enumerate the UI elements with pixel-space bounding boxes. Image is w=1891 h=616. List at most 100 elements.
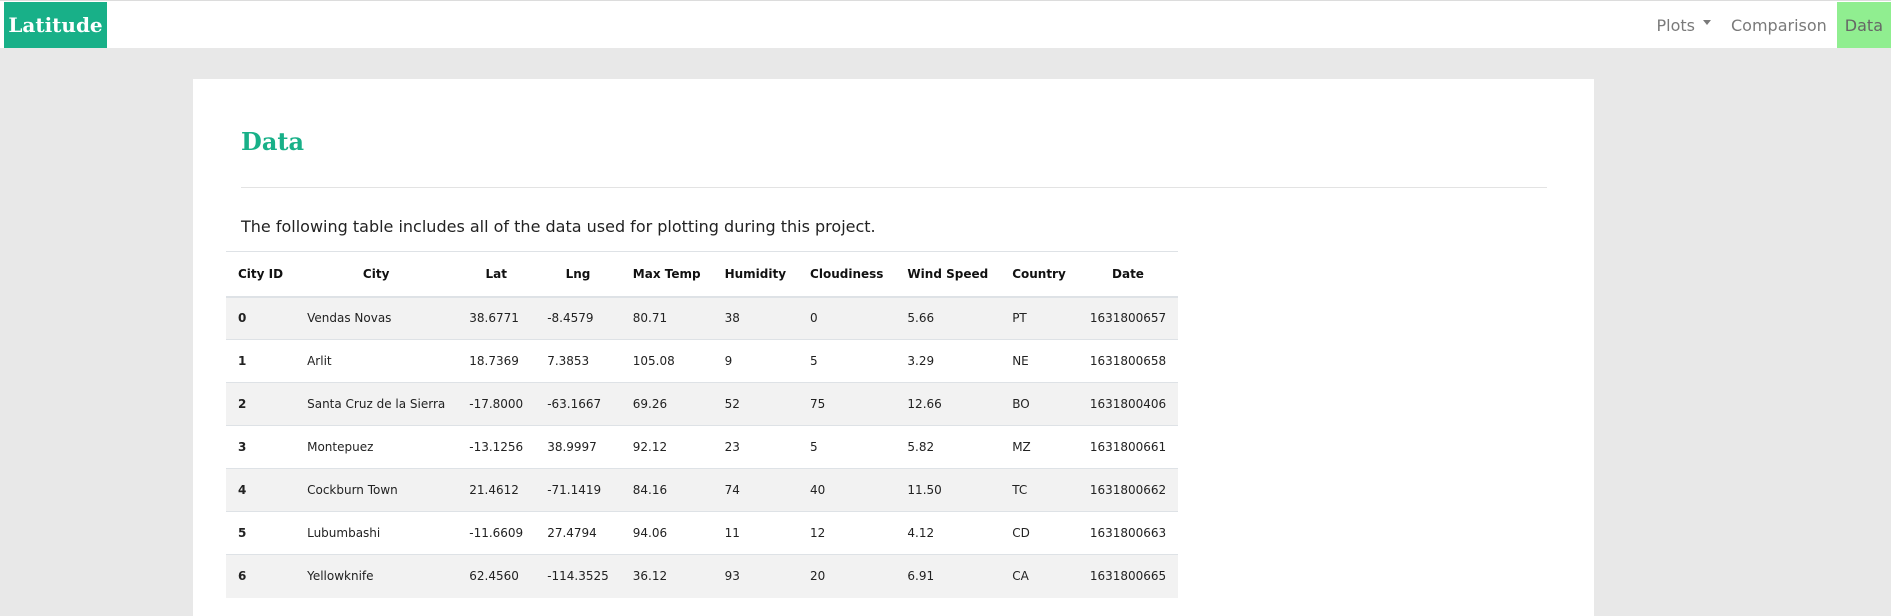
col-header-cloudiness: Cloudiness: [798, 251, 896, 298]
table-row: 3 Montepuez -13.1256 38.9997 92.12 23 5 5.82 MZ 1…: [226, 425, 1179, 469]
cell-date: 1631800661: [1077, 425, 1179, 469]
page-title: Data: [241, 127, 304, 156]
intro-text: The following table includes all of the …: [241, 217, 876, 236]
col-header-humidity: Humidity: [712, 251, 799, 298]
col-header-city: City: [295, 251, 458, 298]
cell-city: Yellowknife: [295, 554, 458, 598]
top-navbar: Latitude Plots Comparison Data: [0, 0, 1891, 48]
cell-city-id: 3: [226, 425, 296, 469]
chevron-down-icon: [1703, 19, 1711, 25]
cell-cloudiness: 40: [798, 468, 896, 512]
cell-lat: 18.7369: [457, 339, 536, 383]
cell-city-id: 2: [226, 382, 296, 426]
col-header-country: Country: [1000, 251, 1078, 298]
cell-date: 1631800663: [1077, 511, 1179, 555]
cell-cloudiness: 5: [798, 425, 896, 469]
nav-links: Plots Comparison Data: [1647, 2, 1891, 48]
cell-city-id: 6: [226, 554, 296, 598]
col-header-wind-speed: Wind Speed: [895, 251, 1001, 298]
cell-lng: -63.1667: [535, 382, 621, 426]
data-table: City ID City Lat Lng Max Temp Humidity C…: [226, 251, 1179, 598]
table-row: 4 Cockburn Town 21.4612 -71.1419 84.16 74 40 11…: [226, 468, 1179, 512]
cell-cloudiness: 20: [798, 554, 896, 598]
cell-city: Arlit: [295, 339, 458, 383]
brand-logo-link[interactable]: Latitude: [4, 2, 107, 48]
table-body: 0 Vendas Novas 38.6771 -8.4579 80.71 38 0 5.66 P…: [226, 296, 1179, 598]
cell-max-temp: 36.12: [620, 554, 713, 598]
cell-humidity: 93: [712, 554, 799, 598]
cell-city: Santa Cruz de la Sierra: [295, 382, 458, 426]
cell-lng: -114.3525: [535, 554, 621, 598]
cell-country: NE: [1000, 339, 1078, 383]
table-row: 1 Arlit 18.7369 7.3853 105.08 9 5 3.29 NE 1631800…: [226, 339, 1179, 383]
cell-date: 1631800658: [1077, 339, 1179, 383]
cell-lat: -13.1256: [457, 425, 536, 469]
cell-country: BO: [1000, 382, 1078, 426]
cell-wind-speed: 6.91: [895, 554, 1001, 598]
table-header-row: City ID City Lat Lng Max Temp Humidity C…: [226, 251, 1179, 298]
col-header-city-id: City ID: [226, 251, 296, 298]
cell-humidity: 74: [712, 468, 799, 512]
cell-city: Vendas Novas: [295, 296, 458, 340]
col-header-lng: Lng: [535, 251, 621, 298]
cell-lat: 21.4612: [457, 468, 536, 512]
cell-humidity: 52: [712, 382, 799, 426]
cell-max-temp: 94.06: [620, 511, 713, 555]
table-row: 0 Vendas Novas 38.6771 -8.4579 80.71 38 0 5.66 P…: [226, 296, 1179, 340]
cell-wind-speed: 4.12: [895, 511, 1001, 555]
cell-lng: -8.4579: [535, 296, 621, 340]
cell-date: 1631800406: [1077, 382, 1179, 426]
cell-city: Montepuez: [295, 425, 458, 469]
col-header-max-temp: Max Temp: [620, 251, 713, 298]
nav-comparison-link[interactable]: Comparison: [1721, 2, 1837, 48]
cell-cloudiness: 75: [798, 382, 896, 426]
col-header-lat: Lat: [457, 251, 536, 298]
nav-plots-dropdown[interactable]: Plots: [1647, 2, 1722, 48]
cell-wind-speed: 5.66: [895, 296, 1001, 340]
col-header-date: Date: [1077, 251, 1179, 298]
cell-cloudiness: 5: [798, 339, 896, 383]
cell-humidity: 9: [712, 339, 799, 383]
cell-date: 1631800657: [1077, 296, 1179, 340]
nav-plots-label: Plots: [1656, 15, 1696, 35]
title-divider: [241, 187, 1547, 188]
cell-wind-speed: 5.82: [895, 425, 1001, 469]
cell-city: Cockburn Town: [295, 468, 458, 512]
cell-city-id: 0: [226, 296, 296, 340]
cell-cloudiness: 12: [798, 511, 896, 555]
nav-data-link[interactable]: Data: [1836, 2, 1891, 48]
cell-lng: 38.9997: [535, 425, 621, 469]
cell-country: PT: [1000, 296, 1078, 340]
cell-humidity: 11: [712, 511, 799, 555]
cell-max-temp: 80.71: [620, 296, 713, 340]
cell-lat: -11.6609: [457, 511, 536, 555]
cell-country: CA: [1000, 554, 1078, 598]
cell-city: Lubumbashi: [295, 511, 458, 555]
cell-wind-speed: 11.50: [895, 468, 1001, 512]
cell-lng: -71.1419: [535, 468, 621, 512]
cell-country: CD: [1000, 511, 1078, 555]
cell-max-temp: 105.08: [620, 339, 713, 383]
cell-max-temp: 84.16: [620, 468, 713, 512]
cell-lng: 27.4794: [535, 511, 621, 555]
cell-city-id: 5: [226, 511, 296, 555]
cell-max-temp: 92.12: [620, 425, 713, 469]
cell-country: MZ: [1000, 425, 1078, 469]
cell-humidity: 23: [712, 425, 799, 469]
cell-lat: -17.8000: [457, 382, 536, 426]
cell-max-temp: 69.26: [620, 382, 713, 426]
cell-lng: 7.3853: [535, 339, 621, 383]
cell-wind-speed: 3.29: [895, 339, 1001, 383]
table-row: 5 Lubumbashi -11.6609 27.4794 94.06 11 12 4.12 C…: [226, 511, 1179, 555]
table-row: 6 Yellowknife 62.4560 -114.3525 36.12 93 20 6.9…: [226, 554, 1179, 598]
cell-country: TC: [1000, 468, 1078, 512]
cell-wind-speed: 12.66: [895, 382, 1001, 426]
cell-humidity: 38: [712, 296, 799, 340]
cell-lat: 38.6771: [457, 296, 536, 340]
cell-date: 1631800662: [1077, 468, 1179, 512]
content-panel: Data The following table includes all of…: [193, 79, 1594, 616]
cell-cloudiness: 0: [798, 296, 896, 340]
cell-lat: 62.4560: [457, 554, 536, 598]
cell-date: 1631800665: [1077, 554, 1179, 598]
cell-city-id: 4: [226, 468, 296, 512]
